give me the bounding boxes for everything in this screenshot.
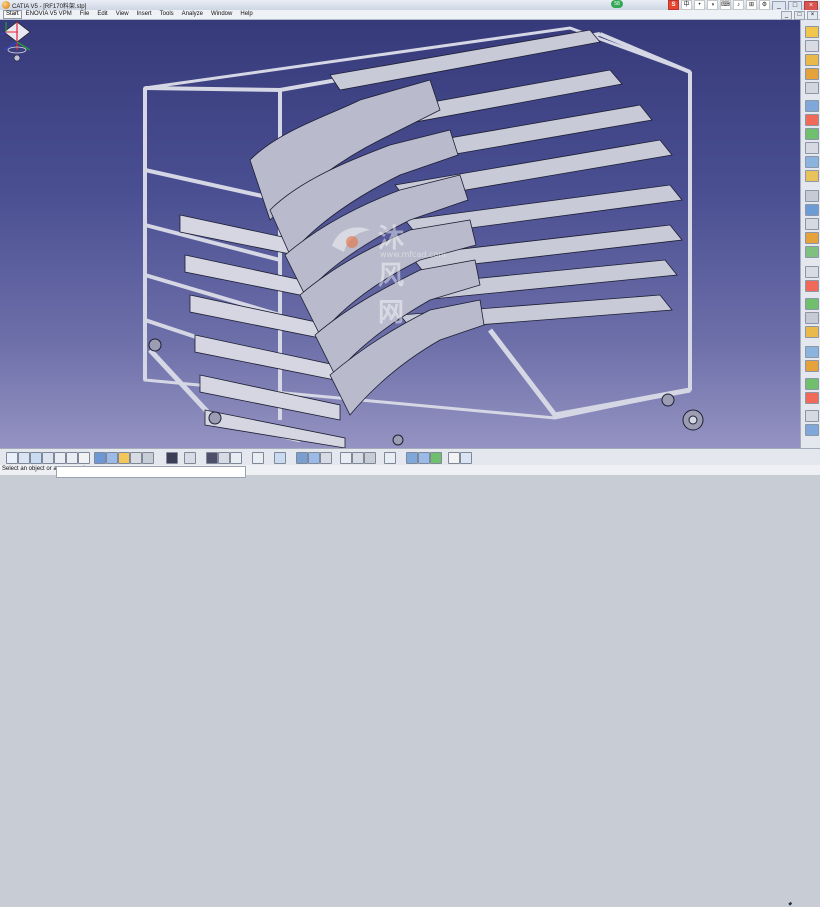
menu-enovia[interactable]: ENOVIA V5 VPM (22, 10, 76, 19)
publish-icon[interactable] (805, 326, 819, 338)
catia-app-icon (2, 1, 10, 9)
menu-help[interactable]: Help (236, 10, 256, 19)
ime-width-icon[interactable]: ◑ (707, 0, 718, 10)
scene-icon[interactable] (805, 346, 819, 358)
menu-start[interactable]: Start (3, 10, 22, 19)
measure-icon[interactable] (805, 128, 819, 140)
component-icon[interactable] (805, 204, 819, 216)
bill-icon[interactable] (805, 298, 819, 310)
update-icon[interactable] (805, 280, 819, 292)
menu-insert[interactable]: Insert (133, 10, 156, 19)
menu-tools[interactable]: Tools (156, 10, 178, 19)
watermark-text: 沐风网 (378, 224, 407, 328)
save-icon[interactable] (206, 452, 218, 464)
undo-icon[interactable] (296, 452, 308, 464)
copy-icon[interactable] (252, 452, 264, 464)
status-bar: Select an object or a command (0, 465, 820, 478)
zoom-out-icon[interactable] (66, 452, 78, 464)
ime-voice-icon[interactable]: ♪ (733, 0, 744, 10)
new-document-icon[interactable] (166, 452, 178, 464)
update-all-icon[interactable] (406, 452, 418, 464)
product-icon[interactable] (805, 190, 819, 202)
measure-between-icon[interactable] (340, 452, 352, 464)
menu-file[interactable]: File (76, 10, 94, 19)
drafting-icon[interactable] (805, 424, 819, 436)
sketch-icon[interactable] (805, 26, 819, 38)
manipulate-icon[interactable] (805, 232, 819, 244)
ime-lang-icon[interactable]: 中 (681, 0, 692, 10)
fly-mode-icon[interactable] (18, 452, 30, 464)
ime-grid-icon[interactable]: ⊞ (746, 0, 757, 10)
ime-toolbar: S 中 • ◑ ⌨ ♪ ⊞ ⚙ (668, 0, 770, 10)
menu-analyze[interactable]: Analyze (178, 10, 207, 19)
print-icon[interactable] (218, 452, 230, 464)
snap-icon[interactable] (805, 156, 819, 168)
weld-icon[interactable] (805, 360, 819, 372)
iso-view-icon[interactable] (106, 452, 118, 464)
doc-minimize-button[interactable]: _ (781, 11, 792, 20)
shading-icon[interactable] (118, 452, 130, 464)
watermark-logo-icon (332, 227, 370, 252)
right-toolbar (800, 20, 820, 448)
redo-icon[interactable] (308, 452, 320, 464)
pan-icon[interactable] (30, 452, 42, 464)
ime-keyboard-icon[interactable]: ⌨ (720, 0, 731, 10)
doc-close-button[interactable]: × (807, 11, 818, 20)
rotate-icon[interactable] (42, 452, 54, 464)
whats-this-icon[interactable] (320, 452, 332, 464)
bottom-toolbar: ◆ (0, 448, 820, 907)
pad-icon[interactable] (805, 68, 819, 80)
cut-icon[interactable] (230, 452, 242, 464)
snapshot-icon[interactable] (448, 452, 460, 464)
swap-space-icon[interactable] (142, 452, 154, 464)
menu-edit[interactable]: Edit (93, 10, 111, 19)
ime-settings-icon[interactable]: ⚙ (759, 0, 770, 10)
grid-icon[interactable] (805, 40, 819, 52)
open-icon[interactable] (184, 452, 196, 464)
constraint-icon[interactable] (805, 114, 819, 126)
explode-icon[interactable] (805, 170, 819, 182)
command-input[interactable] (56, 466, 246, 478)
analysis-icon[interactable] (805, 410, 819, 422)
sectioning-icon[interactable] (384, 452, 396, 464)
mate-icon[interactable] (805, 392, 819, 404)
hide-show-icon[interactable] (130, 452, 142, 464)
part-icon[interactable] (805, 54, 819, 66)
annotation-icon[interactable] (805, 312, 819, 324)
select-icon[interactable] (6, 452, 18, 464)
pocket-icon[interactable] (805, 82, 819, 94)
camera-icon[interactable] (460, 452, 472, 464)
fit-all-icon[interactable] (78, 452, 90, 464)
zoom-in-icon[interactable] (54, 452, 66, 464)
menu-bar: Start ENOVIA V5 VPM File Edit View Inser… (0, 10, 820, 20)
normal-view-icon[interactable] (94, 452, 106, 464)
paste-icon[interactable] (274, 452, 286, 464)
catalog-icon[interactable] (805, 266, 819, 278)
document-controls: _ □ × (781, 10, 818, 20)
section-icon[interactable] (805, 142, 819, 154)
measure-item-icon[interactable] (352, 452, 364, 464)
cycle-icon[interactable] (430, 452, 442, 464)
ime-logo-icon[interactable]: S (668, 0, 679, 10)
fastener-icon[interactable] (805, 378, 819, 390)
3d-viewport[interactable]: 沐风网 www.mfcad.com (0, 20, 800, 448)
measure-inertia-icon[interactable] (364, 452, 376, 464)
assembly-icon[interactable] (805, 100, 819, 112)
window-title: CATIA V5 - [RF170料架.stp] (12, 4, 87, 10)
watermark-url: www.mfcad.com (380, 250, 447, 259)
menu-window[interactable]: Window (207, 10, 236, 19)
clash-icon[interactable] (805, 246, 819, 258)
doc-restore-button[interactable]: □ (794, 11, 805, 20)
network-badge: 58 (611, 0, 623, 8)
ime-punct-icon[interactable]: • (694, 0, 705, 10)
menu-view[interactable]: View (112, 10, 133, 19)
axis-triad-icon (0, 22, 18, 36)
catia-logo: ◆ (788, 901, 792, 907)
replace-icon[interactable] (805, 218, 819, 230)
refresh-icon[interactable] (418, 452, 430, 464)
